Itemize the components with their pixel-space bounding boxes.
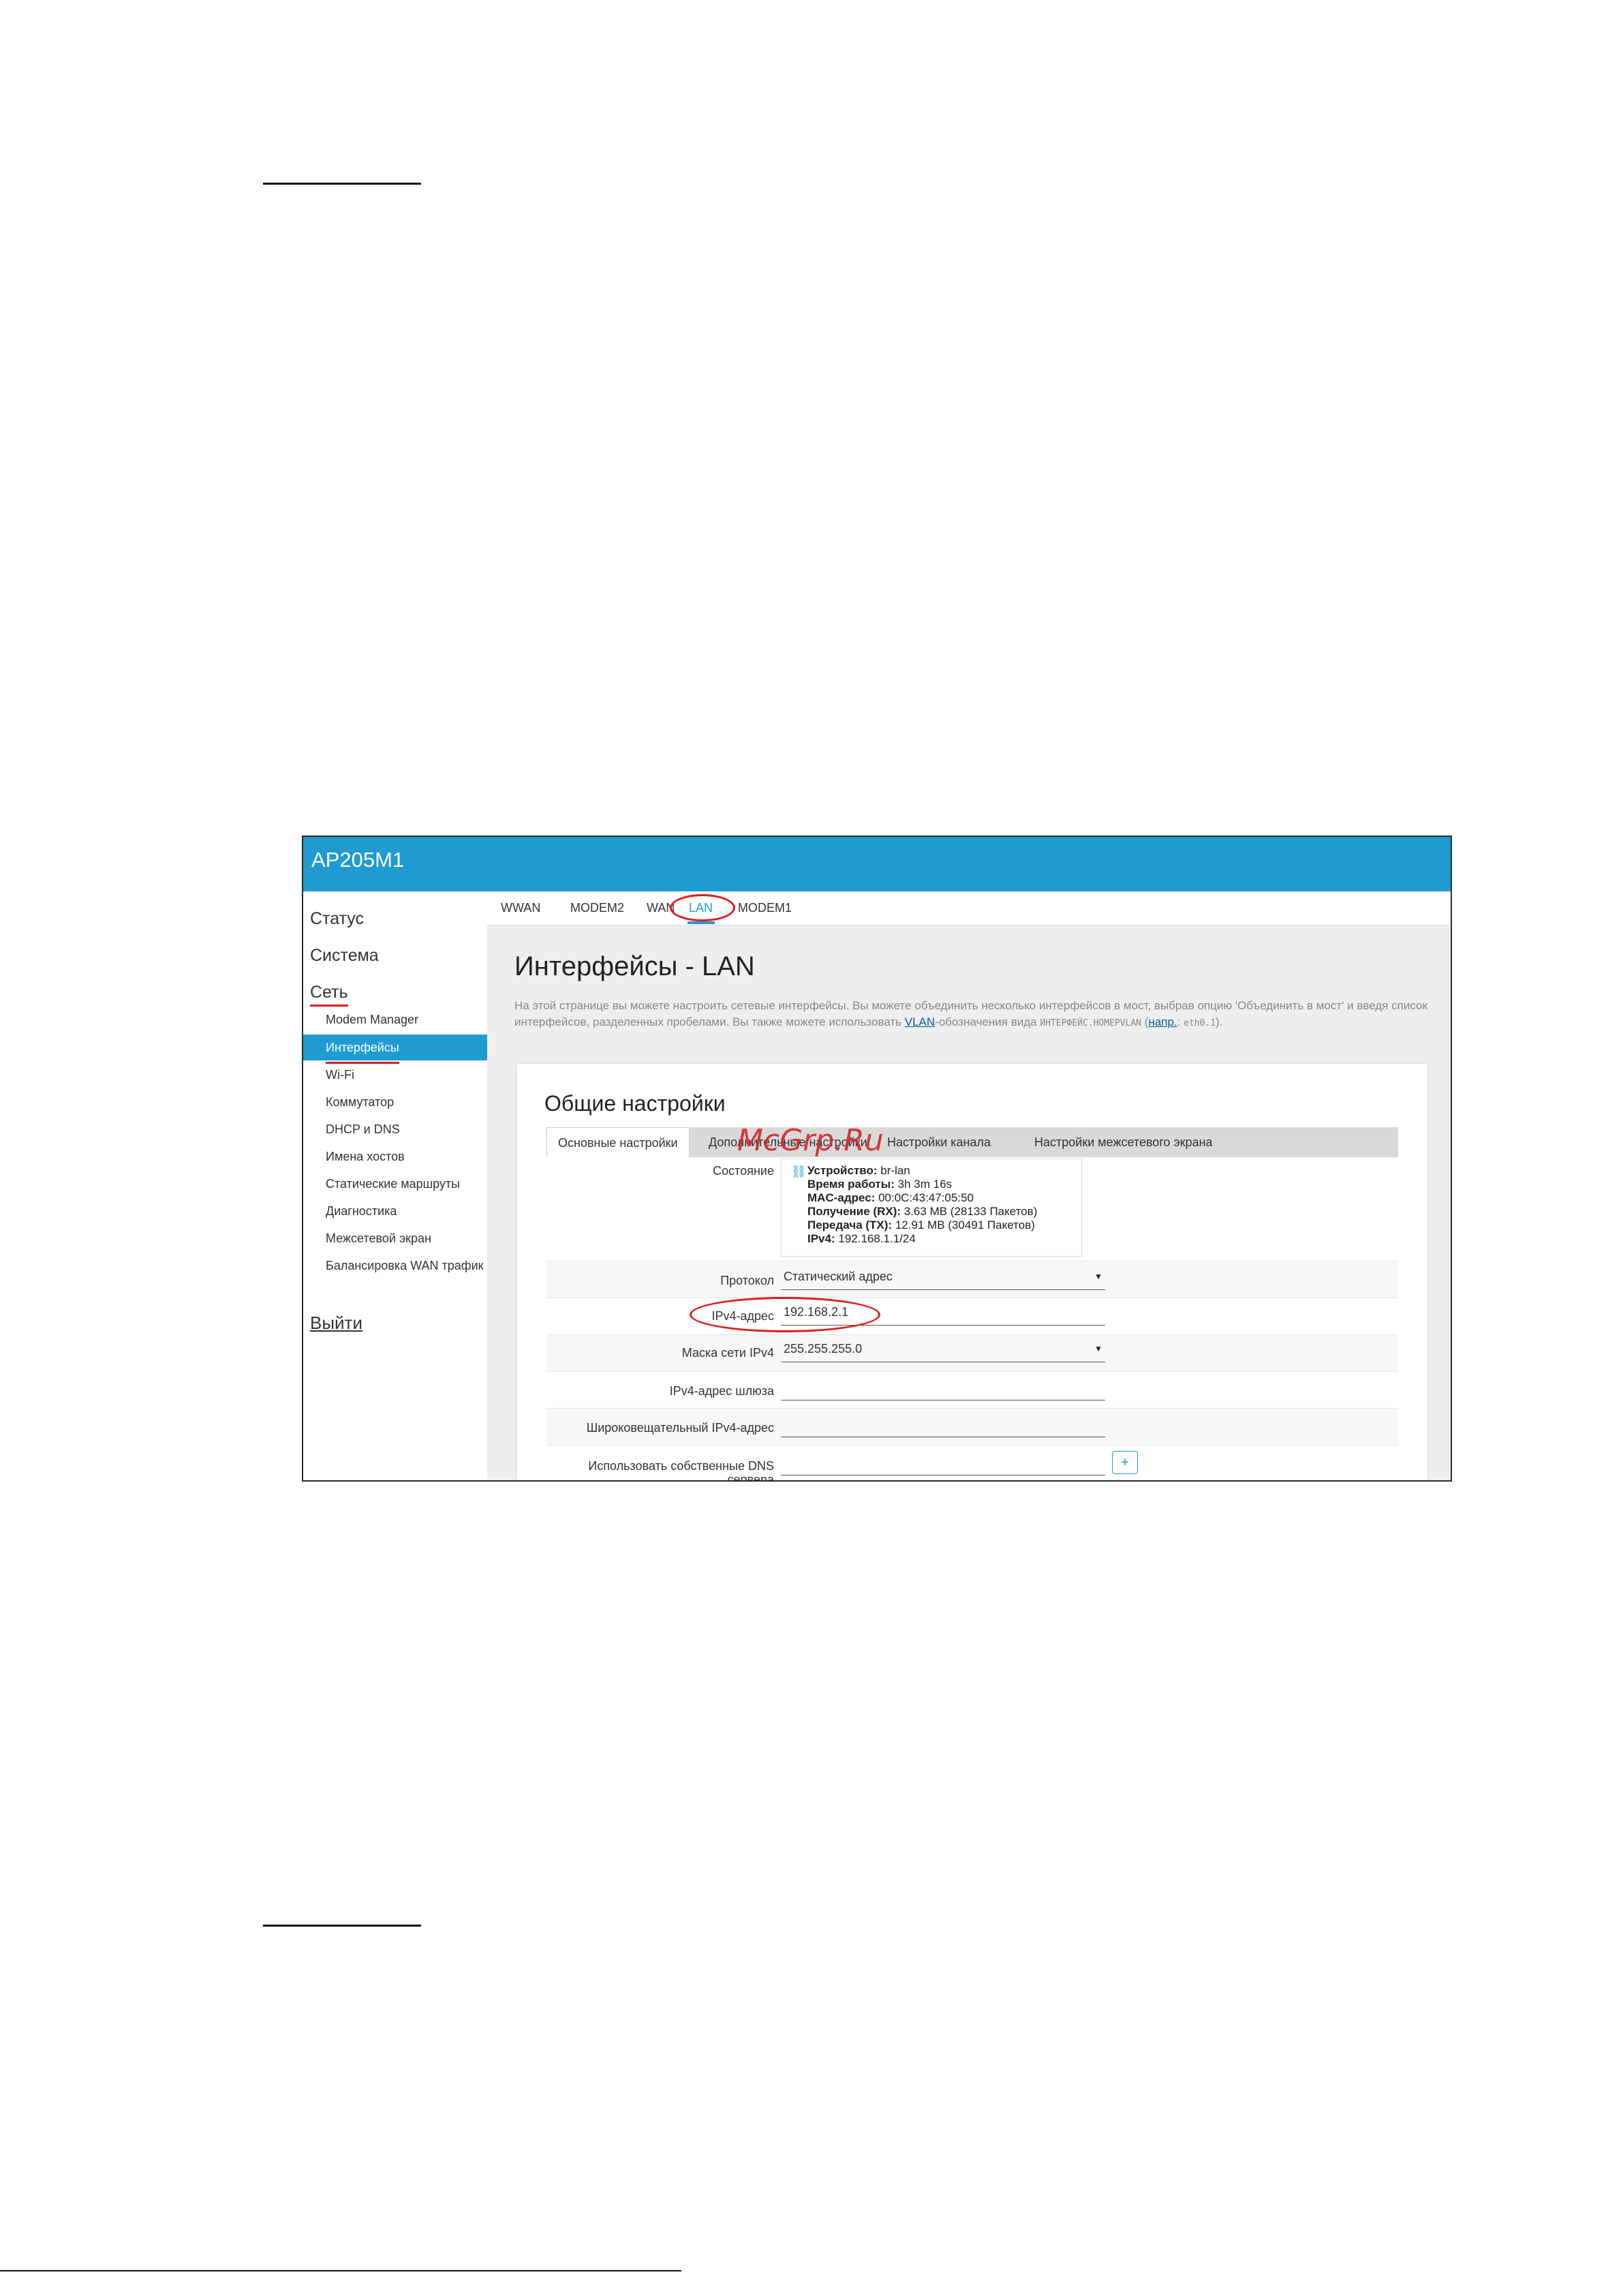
brand-title[interactable]: AP205M1 (311, 848, 404, 872)
tab-modem2[interactable]: MODEM2 (570, 901, 624, 915)
page-rule-bottom (263, 1925, 421, 1927)
sidebar-item-switch[interactable]: Коммутатор (303, 1089, 487, 1115)
sidebar-item-system[interactable]: Система (310, 946, 379, 966)
page-title: Интерфейсы - LAN (514, 951, 755, 981)
page-description: На этой странице вы можете настроить сет… (514, 998, 1427, 1032)
dns-row: Использовать собственные DNS сервера + (546, 1445, 1398, 1482)
desc-code-eth: eth0.1 (1184, 1018, 1216, 1028)
broadcast-input[interactable] (781, 1411, 1105, 1437)
status-box: ⛓ Устройство: br-lan Время работы: 3h 3m… (781, 1159, 1082, 1257)
main-content: WWAN MODEM2 WAN LAN MODEM1 Интерфейсы - … (487, 891, 1451, 1480)
tab-wwan[interactable]: WWAN (501, 901, 540, 915)
add-dns-button[interactable]: + (1112, 1451, 1138, 1474)
status-tx: Передача (TX): 12.91 MB (30491 Пакетов) (807, 1219, 1035, 1231)
gateway-row: IPv4-адрес шлюза (546, 1371, 1398, 1409)
lan-tab-highlight-ellipse (670, 894, 735, 921)
watermark-text: McGrp.Ru (737, 1123, 884, 1158)
protocol-row: Протокол Статический адрес ▼ (546, 1261, 1398, 1298)
logout-link[interactable]: Выйти (310, 1313, 362, 1334)
broadcast-row: Широковещательный IPv4-адрес (546, 1408, 1398, 1445)
subtab-channel[interactable]: Настройки канала (887, 1127, 991, 1157)
subtab-firewall[interactable]: Настройки межсетевого экрана (1034, 1127, 1213, 1157)
gateway-label: IPv4-адрес шлюза (669, 1384, 774, 1398)
dropdown-arrow-icon: ▼ (1094, 1344, 1102, 1353)
sidebar-item-dhcp-dns[interactable]: DHCP и DNS (303, 1116, 487, 1142)
router-screenshot: AP205M1 Статус Система Сеть Modem Manage… (302, 836, 1452, 1482)
desc-text-4: : (1177, 1015, 1184, 1028)
sidebar-item-wifi[interactable]: Wi-Fi (303, 1062, 487, 1088)
page-rule-top (263, 183, 421, 185)
subtab-basic[interactable]: Основные настройки (546, 1127, 690, 1157)
dns-input[interactable] (781, 1450, 1105, 1475)
dns-label: Использовать собственные DNS сервера (588, 1459, 774, 1482)
status-mac: MAC-адрес: 00:0C:43:47:05:50 (807, 1191, 974, 1204)
sidebar-item-modem-manager[interactable]: Modem Manager (303, 1007, 487, 1032)
top-bar: AP205M1 (303, 837, 1451, 891)
desc-code-interface: ИНТЕРФЕЙС.НОМЕРVLAN (1040, 1018, 1142, 1028)
status-row: Состояние ⛓ Устройство: br-lan Время раб… (546, 1157, 1398, 1261)
desc-text-3: ( (1141, 1015, 1149, 1028)
bridge-device-icon: ⛓ (791, 1165, 807, 1178)
sidebar: Статус Система Сеть Modem Manager Интерф… (303, 891, 487, 1480)
settings-subtabs: Основные настройки Дополнительные настро… (546, 1127, 1398, 1157)
sidebar-item-static-routes[interactable]: Статические маршруты (303, 1171, 487, 1197)
tab-modem1[interactable]: MODEM1 (738, 901, 792, 915)
active-tab-indicator (687, 921, 715, 924)
dropdown-arrow-icon: ▼ (1094, 1272, 1102, 1281)
status-ipv4: IPv4: 192.168.1.1/24 (807, 1232, 916, 1245)
sidebar-item-firewall[interactable]: Межсетевой экран (303, 1225, 487, 1251)
sidebar-item-hostnames[interactable]: Имена хостов (303, 1144, 487, 1169)
sidebar-item-status[interactable]: Статус (310, 909, 364, 929)
netmask-row: Маска сети IPv4 255.255.255.0 ▼ (546, 1334, 1398, 1372)
sidebar-item-diagnostics[interactable]: Диагностика (303, 1198, 487, 1224)
status-rx: Получение (RX): 3.63 MB (28133 Пакетов) (807, 1205, 1038, 1218)
desc-text-2: -обозначения вида (935, 1015, 1040, 1028)
sidebar-item-wan-balancing[interactable]: Балансировка WAN трафик (303, 1253, 487, 1279)
general-settings-card: Общие настройки Основные настройки Допол… (517, 1064, 1427, 1482)
ipv4-highlight-ellipse (690, 1297, 880, 1332)
interface-tabs: WWAN MODEM2 WAN LAN MODEM1 (487, 891, 1451, 925)
example-link[interactable]: напр. (1148, 1015, 1177, 1028)
footer-rule (0, 2270, 681, 2271)
sidebar-item-interfaces[interactable]: Интерфейсы (303, 1035, 487, 1060)
status-uptime: Время работы: 3h 3m 16s (807, 1178, 953, 1191)
desc-text-5: ). (1216, 1015, 1223, 1028)
broadcast-label: Широковещательный IPv4-адрес (586, 1421, 774, 1435)
sidebar-item-network[interactable]: Сеть (310, 983, 348, 1002)
status-device: Устройство: br-lan (807, 1164, 910, 1177)
protocol-label: Протокол (720, 1274, 774, 1287)
vlan-link[interactable]: VLAN (905, 1015, 935, 1028)
protocol-select[interactable]: Статический адрес ▼ (781, 1264, 1105, 1290)
netmask-label: Маска сети IPv4 (681, 1346, 774, 1360)
gateway-input[interactable] (781, 1375, 1105, 1400)
card-title: Общие настройки (544, 1091, 726, 1116)
ipv4-row: IPv4-адрес 192.168.2.1 (546, 1297, 1398, 1335)
status-label: Состояние (713, 1164, 774, 1178)
netmask-select[interactable]: 255.255.255.0 ▼ (781, 1336, 1105, 1362)
